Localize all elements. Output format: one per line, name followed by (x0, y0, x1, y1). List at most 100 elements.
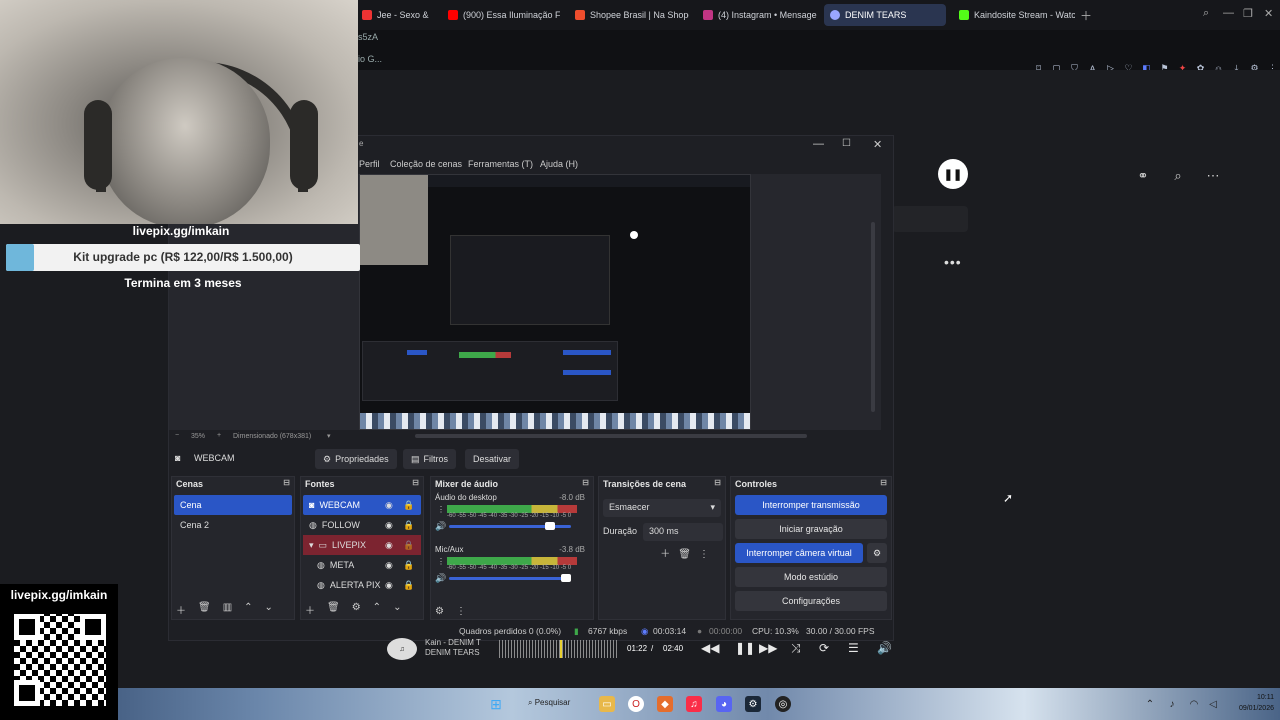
start-recording-button[interactable]: Iniciar gravação (735, 519, 887, 539)
pause-button[interactable]: ❚❚ (938, 159, 968, 189)
discord-icon[interactable]: ◕ (716, 696, 732, 712)
chevron-down-icon[interactable]: ⌄ (265, 602, 273, 617)
chevron-down-icon[interactable]: ▾ (309, 540, 314, 551)
eye-icon[interactable]: ◉ (385, 520, 393, 531)
tab-1[interactable]: (900) Essa Iluminação Fác (442, 4, 560, 26)
ellipsis-icon[interactable]: ••• (944, 254, 962, 270)
lock-icon[interactable]: 🔒 (403, 520, 414, 531)
search-icon[interactable]: ⌕ (1168, 168, 1188, 184)
browser-icon[interactable]: ◆ (657, 696, 673, 712)
microphone-icon[interactable]: ♪ (1164, 696, 1180, 712)
disable-button[interactable]: Desativar (465, 449, 520, 469)
pause-icon[interactable]: ❚❚ (735, 641, 755, 655)
gear-icon[interactable]: ⚙ (352, 602, 361, 617)
settings-button[interactable]: Configurações (735, 591, 887, 611)
more-icon[interactable]: ⋮ (437, 557, 445, 566)
dock-icon[interactable]: ⊟ (412, 478, 419, 487)
slider-knob[interactable] (545, 522, 555, 530)
playhead[interactable] (560, 640, 563, 658)
dock-icon[interactable]: ⊟ (283, 478, 290, 487)
tab-5[interactable]: Kaindosite Stream - Watch (953, 4, 1075, 26)
zoom-in-button[interactable]: + (217, 432, 221, 439)
maximize-button[interactable]: ❐ (1243, 7, 1253, 20)
add-icon[interactable]: ＋ (176, 602, 186, 617)
preview-scrollbar[interactable] (871, 222, 875, 412)
opera-icon[interactable]: O (628, 696, 644, 712)
bookmark-text[interactable]: io G... (358, 54, 382, 64)
slider-knob[interactable] (561, 574, 571, 582)
transition-select[interactable]: Esmaecer ▾ (603, 499, 721, 517)
studio-mode-button[interactable]: Modo estúdio (735, 567, 887, 587)
source-item-follow[interactable]: ◍ FOLLOW ◉ 🔒 (303, 515, 421, 535)
music-icon[interactable]: ♫ (686, 696, 702, 712)
repeat-icon[interactable]: ⟳ (819, 641, 829, 655)
properties-button[interactable]: ⚙ Propriedades (315, 449, 397, 469)
scene-item[interactable]: Cena (174, 495, 292, 515)
volume-slider[interactable] (449, 522, 571, 530)
obs-icon[interactable]: ◎ (775, 696, 791, 712)
waveform[interactable] (499, 640, 619, 658)
new-tab-button[interactable]: ＋ (1080, 7, 1092, 24)
eye-icon[interactable]: ◉ (385, 560, 393, 571)
gear-icon[interactable]: ⚙ (867, 543, 887, 563)
stop-virtual-camera-button[interactable]: Interromper câmera virtual (735, 543, 863, 563)
address-text[interactable]: s5zA (358, 32, 378, 42)
shuffle-icon[interactable]: ⤨ (791, 641, 801, 656)
add-icon[interactable]: ＋ (305, 602, 315, 617)
zoom-out-button[interactable]: − (175, 432, 179, 439)
trash-icon[interactable]: 🗑 (198, 602, 211, 617)
chevron-up-icon[interactable]: ⌃ (373, 602, 381, 617)
source-item-livepix[interactable]: ▾ ▭ LIVEPIX ◉ 🔒 (303, 535, 421, 555)
scene-item[interactable]: Cena 2 (174, 515, 292, 535)
more-options-icon[interactable]: ⋯ (1203, 168, 1223, 184)
menu-help[interactable]: Ajuda (H) (540, 159, 578, 169)
previous-icon[interactable]: ◀◀ (701, 641, 719, 655)
minimize-button[interactable]: — (813, 138, 824, 150)
source-item-webcam[interactable]: ◙ WEBCAM ◉ 🔒 (303, 495, 421, 515)
taskbar-search[interactable]: ⌕ Pesquisar (528, 698, 570, 708)
source-item-meta[interactable]: ◍ META ◉ 🔒 (303, 555, 421, 575)
lock-icon[interactable]: 🔒 (403, 580, 414, 591)
network-icon[interactable]: ◠ (1186, 696, 1202, 712)
tab-3[interactable]: (4) Instagram • Mensagen (697, 4, 817, 26)
dock-icon[interactable]: ⊟ (880, 478, 887, 487)
more-icon[interactable]: ⋮ (437, 505, 445, 514)
trash-icon[interactable]: 🗑 (327, 602, 340, 617)
file-explorer-icon[interactable]: ▭ (599, 696, 615, 712)
chevron-up-icon[interactable]: ⌃ (244, 602, 252, 617)
dock-icon[interactable]: ⊟ (582, 478, 589, 487)
menu-tools[interactable]: Ferramentas (T) (468, 159, 533, 169)
next-icon[interactable]: ▶▶ (759, 641, 777, 655)
chevron-down-icon[interactable]: ▾ (327, 432, 331, 440)
filter-icon[interactable]: ▥ (223, 602, 232, 617)
chevron-down-icon[interactable]: ⌄ (393, 602, 401, 617)
playlist-icon[interactable]: ☰ (848, 641, 859, 655)
more-icon[interactable]: ⋮ (699, 549, 717, 560)
lock-icon[interactable]: 🔒 (403, 540, 414, 551)
clock[interactable]: 10:11 09/01/2026 (1239, 692, 1274, 714)
volume-icon[interactable]: ◁ (1205, 696, 1221, 712)
menu-profile[interactable]: Perfil (359, 159, 380, 169)
scale-mode[interactable]: Dimensionado (678x381) (233, 433, 311, 440)
preview-hscroll[interactable] (415, 434, 807, 438)
duration-input[interactable]: 300 ms (643, 523, 723, 541)
link-icon[interactable]: ⚭ (1133, 168, 1153, 184)
tab-4-active[interactable]: DENIM TEARS (824, 4, 946, 26)
tab-2[interactable]: Shopee Brasil | Na Shopee (569, 4, 689, 26)
search-tabs-icon[interactable]: ⌕ (1203, 7, 1209, 20)
close-button[interactable]: ✕ (873, 138, 882, 151)
eye-icon[interactable]: ◉ (385, 540, 393, 551)
speaker-icon[interactable]: 🔊 (435, 521, 446, 532)
source-item-alerta-pix[interactable]: ◍ ALERTA PIX ◉ 🔒 (303, 575, 421, 595)
stop-stream-button[interactable]: Interromper transmissão (735, 495, 887, 515)
lock-icon[interactable]: 🔒 (403, 560, 414, 571)
add-icon[interactable]: ＋ (660, 549, 678, 560)
gear-icon[interactable]: ⚙ (435, 606, 444, 617)
chevron-up-icon[interactable]: ⌃ (1142, 696, 1158, 712)
dock-icon[interactable]: ⊟ (714, 478, 721, 487)
speaker-icon[interactable]: 🔊 (435, 573, 446, 584)
volume-icon[interactable]: 🔊 (877, 641, 892, 655)
lock-icon[interactable]: 🔒 (403, 500, 414, 511)
volume-slider[interactable] (449, 574, 571, 582)
eye-icon[interactable]: ◉ (385, 580, 393, 591)
